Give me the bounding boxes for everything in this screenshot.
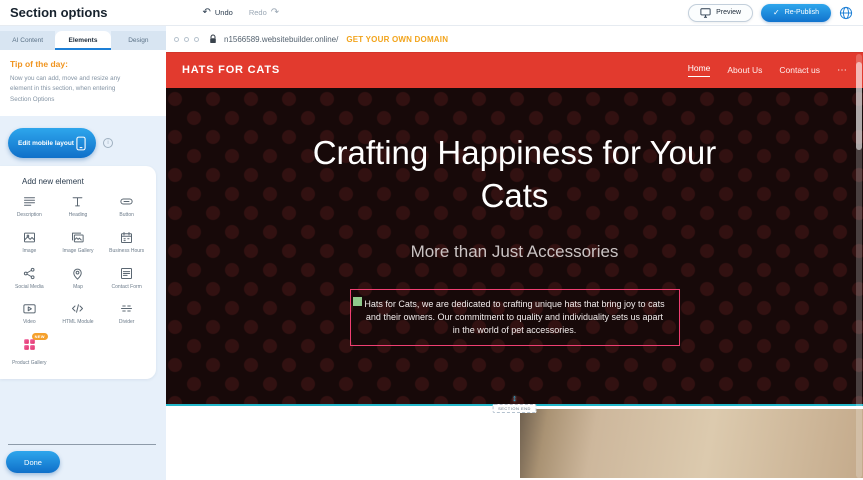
redo-button[interactable]: Redo ↷: [249, 8, 279, 18]
add-element-title: Add new element: [0, 174, 156, 194]
edit-mobile-layout-button[interactable]: Edit mobile layout: [8, 128, 96, 158]
element-business-hours[interactable]: Business Hours: [102, 230, 151, 255]
done-button[interactable]: Done: [6, 451, 60, 473]
tab-design[interactable]: Design: [111, 31, 166, 50]
resize-arrows-icon: ↕: [512, 394, 517, 403]
heading-icon: [70, 194, 85, 209]
hero-section: Crafting Happiness for Your Cats More th…: [166, 88, 863, 404]
add-element-panel: Add new element Description Heading Butt…: [0, 166, 156, 379]
window-dot-icon: [184, 37, 189, 42]
toolbar-right: Preview ✓ Re-Publish: [688, 4, 853, 22]
element-html-module[interactable]: HTML Module: [54, 301, 103, 326]
element-map[interactable]: Map: [54, 266, 103, 291]
hero-subtitle[interactable]: More than Just Accessories: [411, 242, 619, 262]
element-image[interactable]: Image: [5, 230, 54, 255]
button-icon: [119, 194, 134, 209]
redo-icon: ↷: [271, 8, 279, 18]
preview-button[interactable]: Preview: [688, 4, 753, 22]
business-hours-icon: [119, 230, 134, 245]
element-divider[interactable]: Divider: [102, 301, 151, 326]
tab-ai-content[interactable]: AI Content: [0, 31, 55, 50]
republish-button[interactable]: ✓ Re-Publish: [761, 4, 831, 22]
sidebar-tabs: AI Content Elements Design: [0, 31, 166, 50]
element-description[interactable]: Description: [5, 194, 54, 219]
window-dot-icon: [194, 37, 199, 42]
section-resize-handle[interactable]: ↕ SECTION END: [492, 394, 537, 413]
element-contact-form[interactable]: Contact Form: [102, 266, 151, 291]
contact-form-icon: [119, 266, 134, 281]
element-video[interactable]: Video: [5, 301, 54, 326]
share-nodes-icon: [22, 266, 37, 281]
tip-of-the-day-card: Tip of the day: Now you can add, move an…: [0, 50, 166, 116]
nav-home[interactable]: Home: [688, 63, 711, 77]
section-end-line: ↕ SECTION END: [166, 404, 863, 406]
tab-elements[interactable]: Elements: [55, 31, 110, 50]
tip-title: Tip of the day:: [10, 59, 156, 69]
phone-icon: [76, 136, 86, 151]
image-icon: [22, 230, 37, 245]
map-pin-icon: [70, 266, 85, 281]
info-icon[interactable]: i: [103, 138, 113, 148]
sidebar-divider: [8, 444, 156, 445]
site-header: HATS FOR CATS Home About Us Contact us ⋯: [166, 52, 863, 88]
scrollbar-thumb[interactable]: [856, 62, 862, 150]
hero-title[interactable]: Crafting Happiness for Your Cats: [295, 132, 735, 218]
preview-pane: n1566589.websitebuilder.online/ GET YOUR…: [166, 26, 863, 480]
nav-contact-us[interactable]: Contact us: [779, 65, 820, 75]
top-toolbar: Section options ↶ Undo Redo ↷ Preview ✓ …: [0, 0, 863, 26]
monitor-icon: [700, 8, 711, 18]
site-logo[interactable]: HATS FOR CATS: [182, 64, 280, 76]
image-gallery-icon: [70, 230, 85, 245]
window-dot-icon: [174, 37, 179, 42]
element-button[interactable]: Button: [102, 194, 151, 219]
page-title: Section options: [10, 5, 108, 20]
mobile-layout-row: Edit mobile layout i: [8, 128, 158, 158]
get-domain-link[interactable]: GET YOUR OWN DOMAIN: [346, 35, 448, 44]
lock-icon: [209, 34, 217, 44]
element-drag-handle[interactable]: [353, 297, 362, 306]
browser-bar: n1566589.websitebuilder.online/ GET YOUR…: [166, 26, 863, 52]
text-lines-icon: [22, 194, 37, 209]
site-nav: Home About Us Contact us ⋯: [688, 63, 847, 77]
element-heading[interactable]: Heading: [54, 194, 103, 219]
element-image-gallery[interactable]: Image Gallery: [54, 230, 103, 255]
site-url[interactable]: n1566589.websitebuilder.online/: [224, 35, 338, 44]
next-section-image: [520, 409, 863, 478]
hero-paragraph[interactable]: Hats for Cats, we are dedicated to craft…: [350, 289, 680, 346]
website-preview: HATS FOR CATS Home About Us Contact us ⋯…: [166, 52, 863, 480]
next-section: [166, 406, 863, 478]
section-options-sidebar: AI Content Elements Design Tip of the da…: [0, 26, 166, 480]
app-window: Section options ↶ Undo Redo ↷ Preview ✓ …: [0, 0, 863, 480]
element-product-gallery[interactable]: NEW Product Gallery: [5, 337, 54, 367]
section-end-label: SECTION END: [492, 404, 537, 413]
globe-icon[interactable]: [839, 6, 853, 20]
nav-about-us[interactable]: About Us: [727, 65, 762, 75]
nav-more-icon[interactable]: ⋯: [837, 65, 847, 76]
new-badge: NEW: [32, 333, 48, 340]
element-social-media[interactable]: Social Media: [5, 266, 54, 291]
undo-icon: ↶: [203, 8, 211, 18]
code-icon: [70, 301, 85, 316]
divider-icon: [119, 301, 134, 316]
undo-button[interactable]: ↶ Undo: [203, 8, 233, 18]
element-grid: Description Heading Button Image Image G…: [0, 194, 156, 367]
video-icon: [22, 301, 37, 316]
tip-body: Now you can add, move and resize any ele…: [10, 74, 130, 105]
undo-redo-group: ↶ Undo Redo ↷: [203, 8, 280, 18]
check-icon: ✓: [773, 8, 780, 17]
